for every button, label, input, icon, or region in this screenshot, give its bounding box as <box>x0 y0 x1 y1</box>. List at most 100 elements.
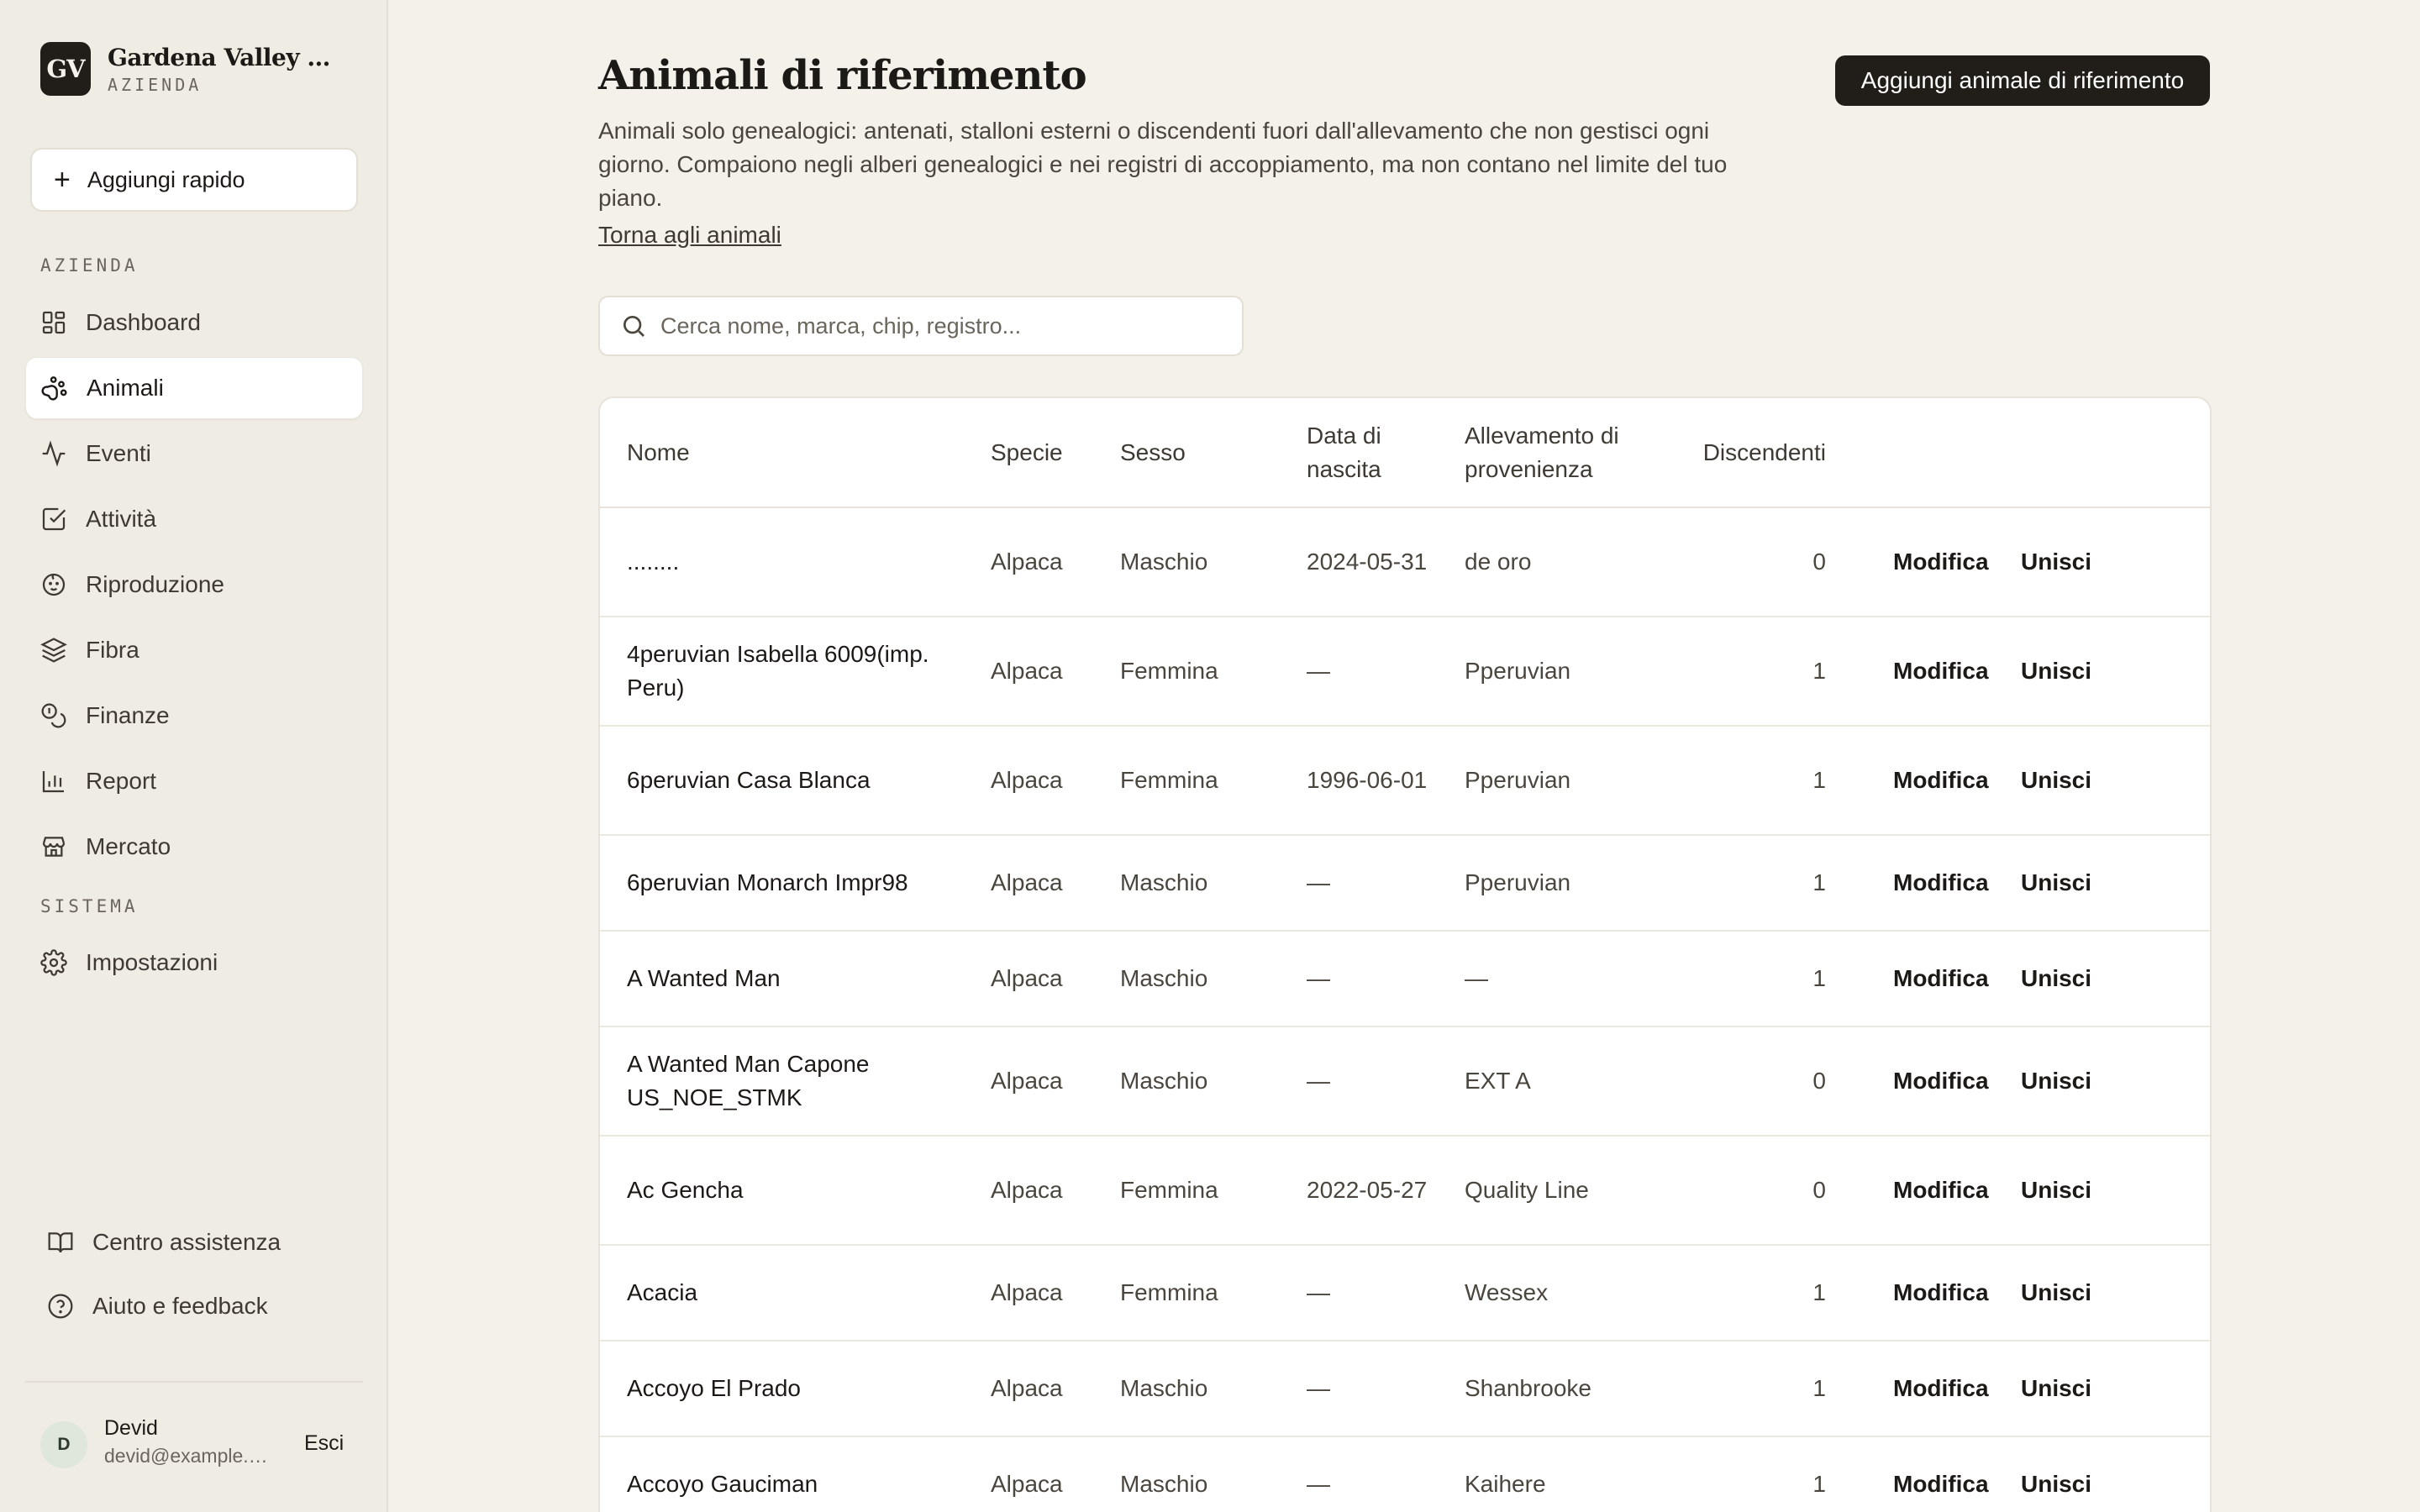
table-row[interactable]: A Wanted Man Capone US_NOE_STMK Alpaca Mas… <box>600 1026 2210 1137</box>
section-label-system: SISTEMA <box>40 896 139 916</box>
edit-button[interactable]: Modifica <box>1893 1026 2021 1137</box>
table-row[interactable]: Accoyo Gauciman Alpaca Maschio — Kaihere 1 Mod… <box>600 1436 2210 1512</box>
cell-sex: Maschio <box>1120 1026 1307 1137</box>
column-header-sex[interactable]: Sesso <box>1120 398 1307 508</box>
sidebar-item-finanze[interactable]: Finanze <box>25 685 363 747</box>
column-header-name[interactable]: Nome <box>600 398 991 508</box>
edit-button[interactable]: Modifica <box>1893 1341 2021 1437</box>
help-feedback-label: Aiuto e feedback <box>92 1293 268 1319</box>
sidebar-item-label: Finanze <box>86 702 170 728</box>
cell-sex: Maschio <box>1120 1341 1307 1437</box>
cell-spacer <box>1826 726 1893 836</box>
help-center-link[interactable]: Centro assistenza <box>47 1229 281 1256</box>
column-header-descendants[interactable]: Discendenti <box>1675 398 1826 508</box>
cell-name: Accoyo El Prado <box>600 1341 991 1437</box>
sidebar-item-fibra[interactable]: Fibra <box>25 619 363 681</box>
user-menu: D Devid devid@example.com Esci <box>25 1381 363 1490</box>
cell-species: Alpaca <box>991 1026 1120 1137</box>
sidebar-item-attivita[interactable]: Attività <box>25 488 363 550</box>
merge-button[interactable]: Unisci <box>2021 1245 2210 1341</box>
edit-button[interactable]: Modifica <box>1893 931 2021 1027</box>
search-icon <box>623 316 644 337</box>
sidebar-item-impostazioni[interactable]: Impostazioni <box>25 932 363 994</box>
cell-descendants: 1 <box>1675 1436 1826 1512</box>
brand[interactable]: GV Gardena Valley Alpacas AZIENDA <box>40 42 345 96</box>
merge-button[interactable]: Unisci <box>2021 1341 2210 1437</box>
book-icon <box>48 1232 73 1253</box>
sidebar-item-eventi[interactable]: Eventi <box>25 423 363 485</box>
cell-origin: Shanbrooke <box>1465 1341 1675 1437</box>
bar-chart-icon <box>42 771 64 793</box>
edit-button[interactable]: Modifica <box>1893 1436 2021 1512</box>
sidebar-item-animali[interactable]: Animali <box>25 357 363 419</box>
cell-spacer <box>1826 931 1893 1027</box>
sidebar-item-report[interactable]: Report <box>25 750 363 812</box>
table-row[interactable]: Acacia Alpaca Femmina — Wessex 1 Modifica Unisc… <box>600 1245 2210 1341</box>
cell-origin: EXT A <box>1465 1026 1675 1137</box>
help-feedback-link[interactable]: Aiuto e feedback <box>47 1293 268 1320</box>
sidebar-item-mercato[interactable]: Mercato <box>25 816 363 878</box>
coins-icon <box>41 703 66 728</box>
quick-add-button[interactable]: + Aggiungi rapido <box>30 148 358 212</box>
edit-button[interactable]: Modifica <box>1893 726 2021 836</box>
add-reference-animal-button[interactable]: Aggiungi animale di riferimento <box>1835 55 2210 106</box>
table-row[interactable]: 6peruvian Monarch Impr98 Alpaca Maschio — Pp… <box>600 835 2210 932</box>
table-row[interactable]: Ac Gencha Alpaca Femmina 2022-05-27 Quality … <box>600 1136 2210 1246</box>
quick-add-label: Aggiungi rapido <box>87 166 245 192</box>
cell-birth-date: — <box>1307 1245 1465 1341</box>
merge-button[interactable]: Unisci <box>2021 931 2210 1027</box>
sidebar-item-dashboard[interactable]: Dashboard <box>25 291 363 354</box>
cell-origin: Pperuvian <box>1465 835 1675 932</box>
cell-descendants: 0 <box>1675 1136 1826 1246</box>
edit-button[interactable]: Modifica <box>1893 1245 2021 1341</box>
table-row[interactable]: A Wanted Man Alpaca Maschio — —1 Modifica Unis… <box>600 931 2210 1027</box>
cell-sex: Femmina <box>1120 617 1307 727</box>
sidebar-item-label: Report <box>86 768 157 794</box>
logout-button[interactable]: Esci <box>304 1431 344 1456</box>
edit-button[interactable]: Modifica <box>1893 507 2021 617</box>
avatar[interactable]: D <box>40 1421 87 1468</box>
sidebar-item-riproduzione[interactable]: Riproduzione <box>25 554 363 616</box>
back-to-animals-link[interactable]: Torna agli animali <box>598 222 781 249</box>
merge-button[interactable]: Unisci <box>2021 507 2210 617</box>
merge-button[interactable]: Unisci <box>2021 1436 2210 1512</box>
cell-descendants: 1 <box>1675 1245 1826 1341</box>
cell-species: Alpaca <box>991 931 1120 1027</box>
cell-name: A Wanted Man <box>600 931 991 1027</box>
edit-button[interactable]: Modifica <box>1893 617 2021 727</box>
cell-spacer <box>1826 835 1893 932</box>
column-header-birth-date[interactable]: Data di nascita <box>1307 398 1465 508</box>
cell-spacer <box>1826 1436 1893 1512</box>
search-box <box>598 296 1244 356</box>
cell-species: Alpaca <box>991 507 1120 617</box>
table-row[interactable]: 6peruvian Casa Blanca Alpaca Femmina 1996-0… <box>600 726 2210 836</box>
section-label-farm: AZIENDA <box>40 255 139 276</box>
cell-species: Alpaca <box>991 726 1120 836</box>
merge-button[interactable]: Unisci <box>2021 835 2210 932</box>
column-header-species[interactable]: Specie <box>991 398 1120 508</box>
search-input[interactable] <box>660 312 1232 339</box>
table-row[interactable]: ........ Alpaca Maschio 2024-05-31 de oro 0 Mo… <box>600 507 2210 617</box>
sidebar-item-label: Attività <box>86 506 157 532</box>
cell-spacer <box>1826 507 1893 617</box>
cell-birth-date: 2022-05-27 <box>1307 1136 1465 1246</box>
merge-button[interactable]: Unisci <box>2021 1026 2210 1137</box>
cell-spacer <box>1826 1136 1893 1246</box>
cell-birth-date: — <box>1307 931 1465 1027</box>
sidebar-item-label: Eventi <box>86 440 151 466</box>
cell-species: Alpaca <box>991 835 1120 932</box>
column-header-edit <box>1893 398 2021 508</box>
column-header-origin[interactable]: Allevamento di provenienza <box>1465 398 1675 508</box>
edit-button[interactable]: Modifica <box>1893 835 2021 932</box>
merge-button[interactable]: Unisci <box>2021 617 2210 727</box>
table-row[interactable]: 4peruvian Isabella 6009(imp. Peru) Alpaca… <box>600 617 2210 727</box>
merge-button[interactable]: Unisci <box>2021 1136 2210 1246</box>
sidebar-item-label: Animali <box>87 375 164 401</box>
checkbox-icon <box>42 507 66 531</box>
merge-button[interactable]: Unisci <box>2021 726 2210 836</box>
edit-button[interactable]: Modifica <box>1893 1136 2021 1246</box>
help-center-label: Centro assistenza <box>92 1229 281 1255</box>
table-row[interactable]: Accoyo El Prado Alpaca Maschio — Shanbrooke 1… <box>600 1341 2210 1437</box>
cell-origin: Quality Line <box>1465 1136 1675 1246</box>
gear-icon <box>40 949 67 976</box>
